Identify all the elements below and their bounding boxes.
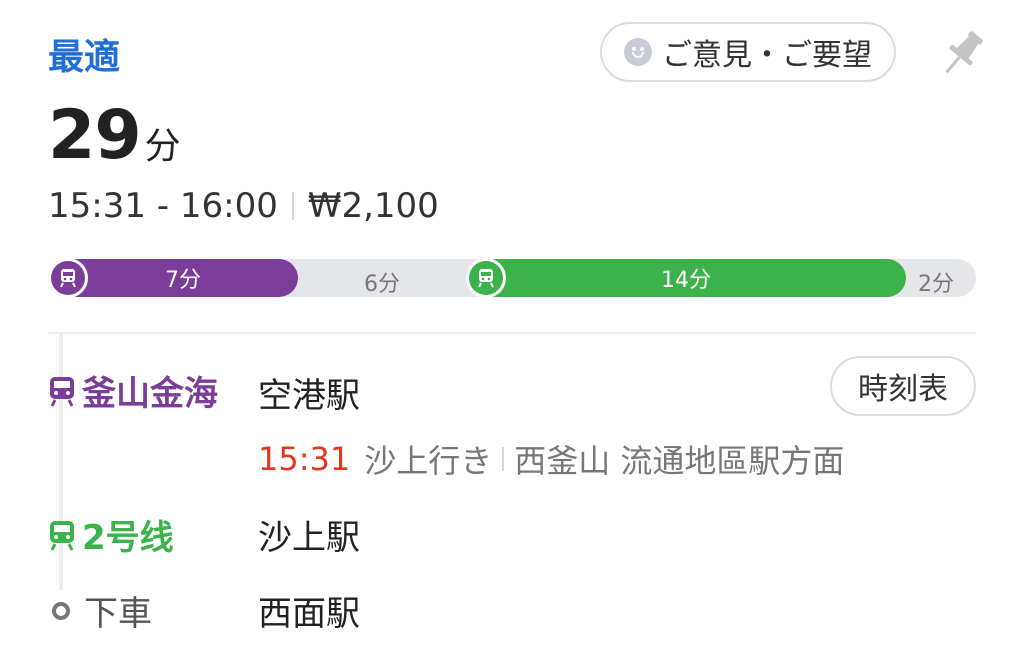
boarding-station[interactable]: 空港駅 [258,368,360,417]
train-icon [48,258,88,298]
time-fare-row: 15:31 - 16:00 ₩2,100 [48,186,439,226]
departure-time: 15:31 [258,440,351,478]
train-icon [466,258,506,298]
train-direction: 西釜山 流通地區駅方面 [514,442,845,480]
feedback-label: ご意見・ご要望 [662,38,872,73]
step-line1[interactable]: 釜山金海 [48,366,218,415]
pin-icon[interactable] [940,26,984,82]
divider [291,192,294,220]
fare: ₩2,100 [307,186,439,226]
timeline-segment-walk1: 6分 [364,272,400,297]
departure-info: 15:31 沙上行き 西釜山 流通地區駅方面 [258,436,844,482]
transfer-station[interactable]: 沙上駅 [258,510,360,559]
destination-station[interactable]: 西面駅 [258,586,360,635]
duration-unit: 分 [144,126,181,167]
divider [502,447,505,471]
section-divider [48,332,976,334]
stop-circle-icon [52,601,70,620]
smile-icon [624,38,652,66]
timeline-segment-walk2: 2分 [918,272,954,297]
line-name: 2号线 [82,518,174,558]
train-icon [50,520,74,551]
duration-value: 29 [48,96,142,175]
step-line2[interactable]: 2号线 [48,510,174,559]
timeline-segment-line2: 14分 [466,259,906,297]
step-alight[interactable]: 下車 [48,586,152,635]
segment-duration-label: 14分 [661,268,711,293]
time-range: 15:31 - 16:00 [48,186,278,226]
total-duration: 29 分 [48,96,181,175]
train-icon [50,376,74,407]
train-destination: 沙上行き [364,442,493,480]
timetable-button[interactable]: 時刻表 [830,356,976,416]
route-type-label: 最適 [48,37,121,78]
alight-label: 下車 [84,594,152,634]
line-name: 釜山金海 [82,374,218,414]
feedback-button[interactable]: ご意見・ご要望 [600,22,896,82]
segment-duration-label: 7分 [165,268,201,293]
